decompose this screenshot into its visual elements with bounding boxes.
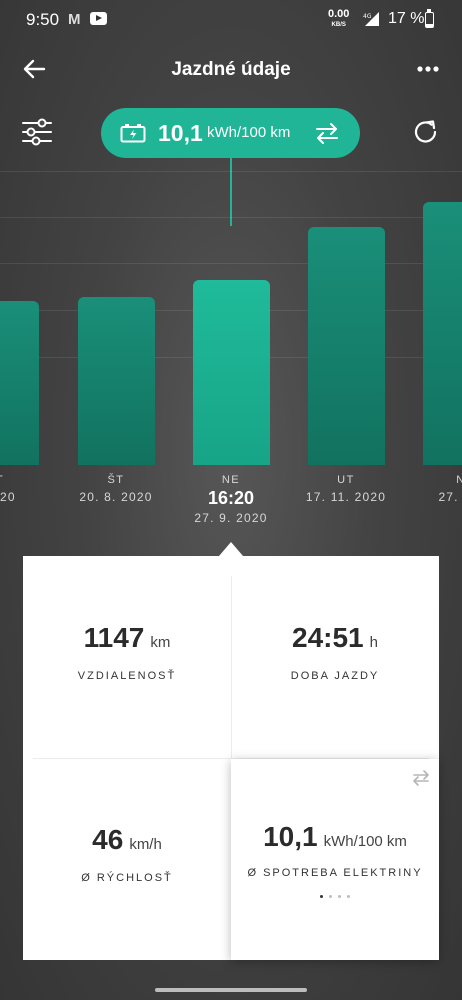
x-axis-date: 17. 11. 2020: [305, 490, 387, 504]
youtube-icon: [90, 12, 107, 25]
x-axis-day: NE: [221, 474, 241, 486]
stats-card: 1147 km VZDIALENOSŤ 24:51 h DOBA JAZDY 46 k…: [23, 556, 439, 960]
refresh-button[interactable]: [410, 116, 442, 148]
battery-icon: [120, 124, 146, 143]
chart-bar-5[interactable]: [423, 202, 462, 465]
stat-speed-value: 46: [92, 824, 124, 855]
swap-arrows-icon: [316, 123, 338, 144]
page-dot: [338, 895, 341, 898]
more-dots-icon: [417, 66, 439, 72]
chart-x-axis: T 2020 ŠT 20. 8. 2020 NE 16:20 27. 9. 2020 UT 17…: [0, 474, 462, 534]
page-indicator: [231, 895, 439, 898]
metric-unit: kWh/100 km: [207, 124, 291, 141]
app-header: Jazdné údaje: [0, 45, 462, 95]
x-axis-time: 16:20: [207, 488, 255, 508]
page-title: Jazdné údaje: [171, 59, 291, 80]
network-speed-unit: KB/S: [331, 22, 346, 28]
stat-consumption-value: 10,1: [263, 821, 318, 852]
stat-speed-label: Ø RÝCHLOSŤ: [81, 872, 173, 884]
network-speed: 0.00 KB/S: [328, 8, 350, 30]
network-speed-value: 0.00: [328, 8, 350, 20]
chart-bar-3[interactable]: [193, 280, 270, 465]
gridline: [0, 171, 462, 172]
page-dot: [347, 895, 350, 898]
battery-percent: 17 %: [388, 10, 425, 27]
x-axis-day: UT: [337, 474, 355, 486]
network-type: 4G: [363, 13, 372, 20]
x-axis-label-2[interactable]: ŠT 20. 8. 2020: [56, 474, 176, 504]
x-axis-date: 27. 12.: [438, 490, 462, 504]
x-axis-date: 2020: [0, 490, 16, 504]
sliders-icon: [22, 118, 52, 146]
app-screen: 9:50 M 0.00 KB/S 4G 17 % Jazdné údaje 10…: [0, 0, 462, 1000]
gridline: [0, 263, 462, 264]
refresh-icon: [414, 120, 437, 143]
x-axis-day: ŠT: [107, 474, 125, 486]
battery-status-icon: [425, 9, 434, 28]
card-pointer: [219, 542, 243, 556]
stat-duration-value: 24:51: [292, 622, 364, 653]
chart-bar-4[interactable]: [308, 227, 385, 465]
home-indicator[interactable]: [155, 988, 307, 992]
swap-arrows-icon[interactable]: [411, 769, 431, 787]
gridline: [0, 217, 462, 218]
status-time: 9:50: [26, 10, 60, 29]
stat-speed-unit: km/h: [129, 836, 162, 853]
x-axis-date: 20. 8. 2020: [79, 490, 153, 504]
x-axis-day: N: [456, 474, 462, 486]
more-button[interactable]: [414, 57, 442, 81]
signal-icon: 4G: [363, 12, 379, 26]
stat-duration-label: DOBA JAZDY: [290, 670, 380, 682]
page-dot-active: [320, 895, 323, 898]
stat-duration[interactable]: 24:51 h DOBA JAZDY: [231, 622, 439, 682]
x-axis-label-5[interactable]: N 27. 12.: [401, 474, 462, 504]
stat-consumption-content: 10,1 kWh/100 km Ø SPOTREBA ELEKTRINY: [231, 821, 439, 879]
consumption-bar-chart[interactable]: [0, 165, 462, 465]
x-axis-label-1[interactable]: T 2020: [0, 474, 60, 504]
gmail-icon: M: [68, 11, 81, 28]
status-bar: 9:50 M 0.00 KB/S 4G 17 %: [0, 0, 462, 40]
stat-consumption-label: Ø SPOTREBA ELEKTRINY: [247, 867, 423, 879]
metric-selector[interactable]: 10,1 kWh/100 km: [101, 108, 360, 158]
x-axis-label-3[interactable]: NE 16:20 27. 9. 2020: [171, 474, 291, 525]
x-axis-day: T: [0, 474, 60, 486]
stat-consumption[interactable]: 10,1 kWh/100 km Ø SPOTREBA ELEKTRINY: [231, 759, 439, 960]
stat-distance-unit: km: [150, 634, 171, 651]
x-axis-label-4[interactable]: UT 17. 11. 2020: [286, 474, 406, 504]
metric-value: 10,1: [158, 120, 203, 146]
chart-bar-1[interactable]: [0, 301, 39, 465]
stat-duration-unit: h: [369, 634, 378, 651]
stat-distance-label: VZDIALENOSŤ: [77, 670, 177, 682]
stat-speed[interactable]: 46 km/h Ø RÝCHLOSŤ: [23, 824, 231, 884]
stat-distance[interactable]: 1147 km VZDIALENOSŤ: [23, 622, 231, 682]
filter-button[interactable]: [20, 115, 54, 149]
chart-bar-2[interactable]: [78, 297, 155, 465]
x-axis-date: 27. 9. 2020: [194, 511, 268, 525]
stat-distance-value: 1147: [83, 622, 145, 653]
stat-consumption-unit: kWh/100 km: [323, 833, 407, 850]
page-dot: [329, 895, 332, 898]
